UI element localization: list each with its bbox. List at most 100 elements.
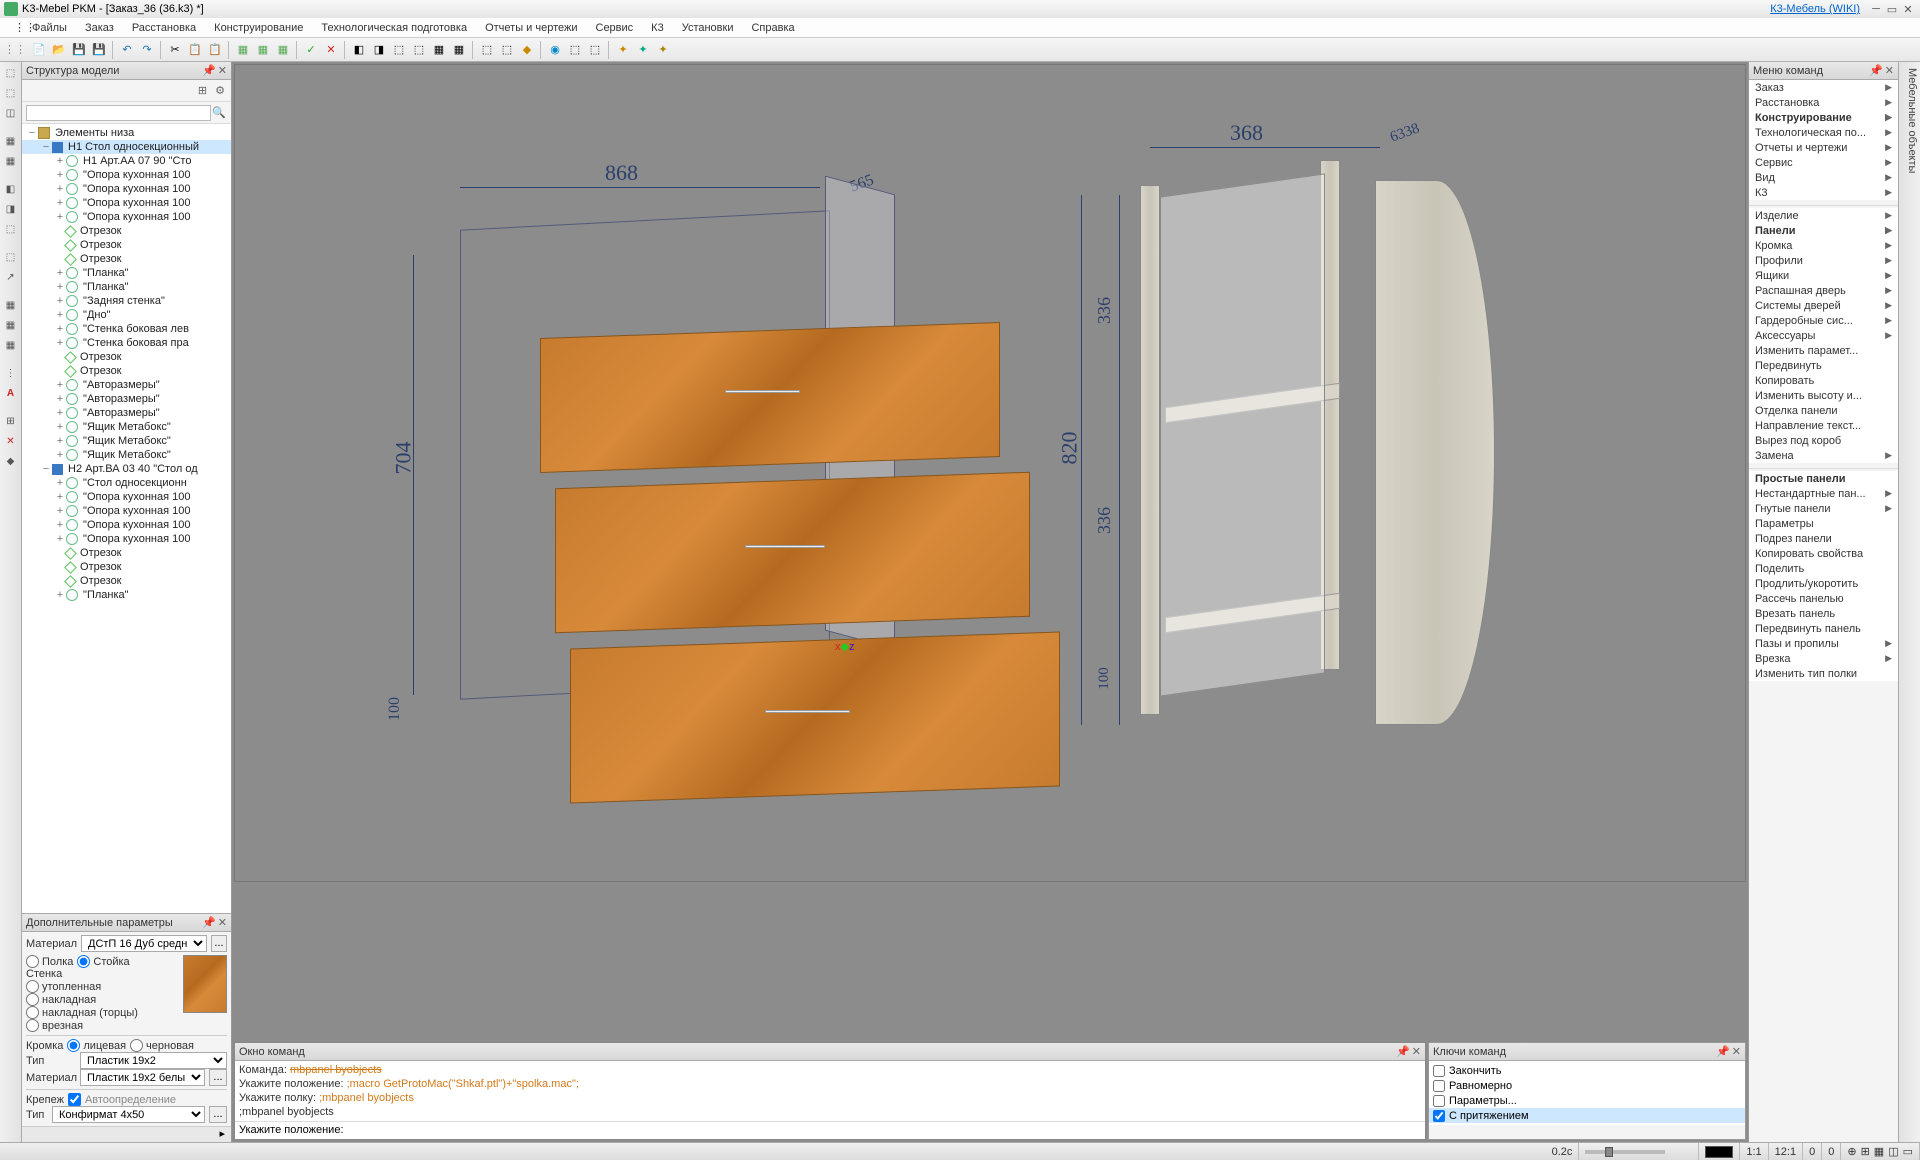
- vtool-6-icon[interactable]: ◧: [2, 180, 20, 198]
- menu-Технологическая подготовка[interactable]: Технологическая подготовка: [313, 20, 475, 36]
- tree-row[interactable]: Отрезок: [22, 238, 231, 252]
- tree-row[interactable]: Отрезок: [22, 224, 231, 238]
- tool-p-icon[interactable]: ✦: [614, 41, 632, 59]
- vtool-10-icon[interactable]: ↗: [2, 268, 20, 286]
- menu-Установки[interactable]: Установки: [674, 20, 742, 36]
- tool-i-icon[interactable]: ▦: [450, 41, 468, 59]
- model-tree[interactable]: − Элементы низа− Н1 Стол односекционный+…: [22, 124, 231, 913]
- tool-copy-icon[interactable]: 📋: [186, 41, 204, 59]
- material-browse-button[interactable]: ...: [211, 935, 227, 952]
- vrez-radio[interactable]: [26, 1019, 39, 1032]
- 3d-viewport[interactable]: 868 565 704 100 x◆z 368 6338 820 33: [234, 64, 1746, 882]
- tool-r-icon[interactable]: ✦: [654, 41, 672, 59]
- key-row[interactable]: Закончить: [1429, 1063, 1745, 1078]
- tree-row[interactable]: Отрезок: [22, 252, 231, 266]
- menu-Конструирование[interactable]: Конструирование: [206, 20, 311, 36]
- close-button[interactable]: ✕: [1900, 3, 1916, 16]
- pin-icon[interactable]: 📌: [1716, 1045, 1730, 1058]
- menu-item[interactable]: Профили▶: [1749, 253, 1898, 268]
- menu-item[interactable]: Панели▶: [1749, 223, 1898, 238]
- tool-e-icon[interactable]: ◨: [370, 41, 388, 59]
- polka-radio[interactable]: [26, 955, 39, 968]
- wiki-link[interactable]: К3-Мебель (WIKI): [1770, 3, 1860, 15]
- menu-Заказ[interactable]: Заказ: [77, 20, 122, 36]
- tree-row[interactable]: + "Планка": [22, 280, 231, 294]
- tree-row[interactable]: + "Опора кухонная 100: [22, 196, 231, 210]
- menu-item[interactable]: Изменить парамет...: [1749, 343, 1898, 358]
- tree-search-input[interactable]: [26, 105, 211, 121]
- menu-item[interactable]: Отчеты и чертежи▶: [1749, 140, 1898, 155]
- tool-l-icon[interactable]: ◆: [518, 41, 536, 59]
- search-icon[interactable]: 🔍: [211, 106, 227, 119]
- tree-row[interactable]: + "Планка": [22, 266, 231, 280]
- close-panel-icon[interactable]: ✕: [1732, 1045, 1741, 1058]
- vtool-A-icon[interactable]: A: [2, 384, 20, 402]
- tree-row[interactable]: Отрезок: [22, 560, 231, 574]
- key-row[interactable]: С притяжением: [1429, 1108, 1745, 1123]
- key-row[interactable]: Равномерно: [1429, 1078, 1745, 1093]
- tool-k-icon[interactable]: ⬚: [498, 41, 516, 59]
- tree-row[interactable]: + "Планка": [22, 588, 231, 602]
- tree-row[interactable]: + "Авторазмеры": [22, 378, 231, 392]
- tree-row[interactable]: + "Опора кухонная 100: [22, 168, 231, 182]
- tool-paste-icon[interactable]: 📋: [206, 41, 224, 59]
- tool-d-icon[interactable]: ◧: [350, 41, 368, 59]
- tool-c-icon[interactable]: ▦: [274, 41, 292, 59]
- command-input[interactable]: [348, 1124, 1422, 1136]
- status-icon-1[interactable]: ⊕: [1847, 1145, 1856, 1158]
- tree-row[interactable]: + "Опора кухонная 100: [22, 518, 231, 532]
- menu-item[interactable]: Ящики▶: [1749, 268, 1898, 283]
- tree-row[interactable]: + "Ящик Метабокс": [22, 420, 231, 434]
- pin-icon[interactable]: 📌: [1869, 64, 1883, 77]
- tool-cancel-icon[interactable]: ✕: [322, 41, 340, 59]
- collapse-arrow-icon[interactable]: ▸: [22, 1126, 231, 1142]
- status-icon-5[interactable]: ▭: [1903, 1145, 1913, 1158]
- menu-item[interactable]: Поделить: [1749, 561, 1898, 576]
- minimize-button[interactable]: ─: [1868, 3, 1884, 15]
- utop-radio[interactable]: [26, 980, 39, 993]
- close-panel-icon[interactable]: ✕: [218, 916, 227, 929]
- vtool-11-icon[interactable]: ▦: [2, 296, 20, 314]
- tool-saveas-icon[interactable]: 💾: [90, 41, 108, 59]
- tree-row[interactable]: + "Опора кухонная 100: [22, 504, 231, 518]
- vtool-2-icon[interactable]: ⬚: [2, 84, 20, 102]
- chern-radio[interactable]: [130, 1039, 143, 1052]
- menu-item[interactable]: Вид▶: [1749, 170, 1898, 185]
- tree-row[interactable]: + "Стенка боковая лев: [22, 322, 231, 336]
- status-icon-3[interactable]: ▦: [1874, 1145, 1884, 1158]
- menu-item[interactable]: К3▶: [1749, 185, 1898, 200]
- menu-item[interactable]: Направление текст...: [1749, 418, 1898, 433]
- vtool-14-icon[interactable]: ⋮: [2, 364, 20, 382]
- vtool-8-icon[interactable]: ⬚: [2, 220, 20, 238]
- menu-item[interactable]: Копировать свойства: [1749, 546, 1898, 561]
- tree-row[interactable]: Отрезок: [22, 574, 231, 588]
- menu-item[interactable]: Заказ▶: [1749, 80, 1898, 95]
- tool-g-icon[interactable]: ⬚: [410, 41, 428, 59]
- menu-item[interactable]: Пазы и пропилы▶: [1749, 636, 1898, 651]
- menu-item[interactable]: Врезать панель: [1749, 606, 1898, 621]
- tree-row[interactable]: + "Дно": [22, 308, 231, 322]
- menu-item[interactable]: Изменить тип полки: [1749, 666, 1898, 681]
- tool-save-icon[interactable]: 💾: [70, 41, 88, 59]
- menu-item[interactable]: Простые панели: [1749, 471, 1898, 486]
- vtool-4-icon[interactable]: ▦: [2, 132, 20, 150]
- tree-row[interactable]: + "Опора кухонная 100: [22, 182, 231, 196]
- status-slider[interactable]: [1579, 1143, 1699, 1160]
- tree-row[interactable]: − Н2 Арт.ВА 03 40 "Стол од: [22, 462, 231, 476]
- tool-m-icon[interactable]: ◉: [546, 41, 564, 59]
- menu-item[interactable]: Системы дверей▶: [1749, 298, 1898, 313]
- menu-item[interactable]: Замена▶: [1749, 448, 1898, 463]
- menu-item[interactable]: Передвинуть панель: [1749, 621, 1898, 636]
- tree-row[interactable]: + "Авторазмеры": [22, 392, 231, 406]
- tool-open-icon[interactable]: 📂: [50, 41, 68, 59]
- tool-b-icon[interactable]: ▦: [254, 41, 272, 59]
- vtool-17-icon[interactable]: ◆: [2, 452, 20, 470]
- tree-row[interactable]: + "Стол односекционн: [22, 476, 231, 490]
- menu-item[interactable]: Кромка▶: [1749, 238, 1898, 253]
- vtool-13-icon[interactable]: ▦: [2, 336, 20, 354]
- tool-cut-icon[interactable]: ✂: [166, 41, 184, 59]
- naklt-radio[interactable]: [26, 1006, 39, 1019]
- vtool-5-icon[interactable]: ▦: [2, 152, 20, 170]
- vtool-3-icon[interactable]: ◫: [2, 104, 20, 122]
- tree-row[interactable]: Отрезок: [22, 546, 231, 560]
